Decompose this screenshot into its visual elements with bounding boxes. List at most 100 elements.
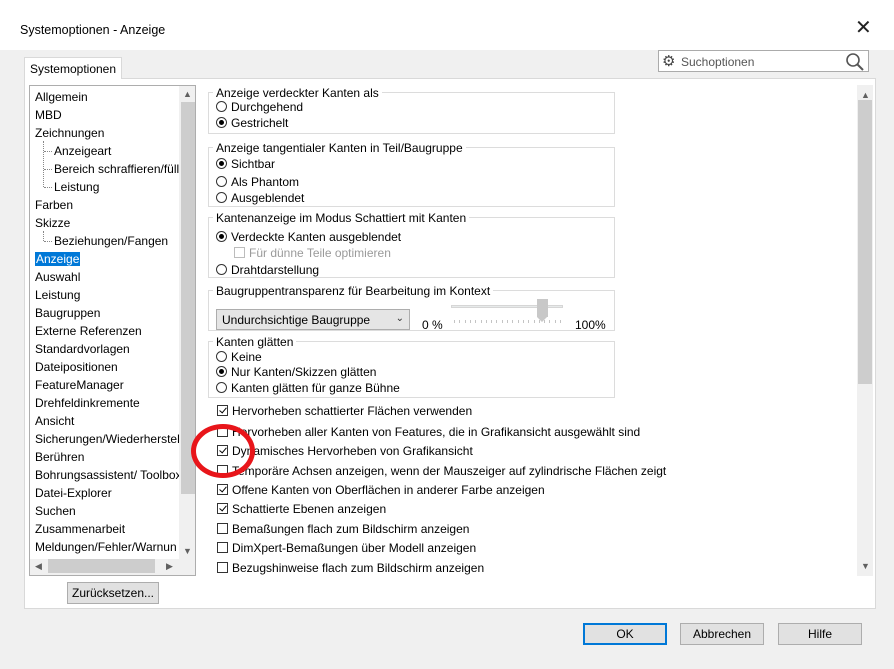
radio-drahtdarstellung[interactable]: Drahtdarstellung xyxy=(216,262,319,278)
tree-item[interactable]: Anzeigeart xyxy=(54,143,111,159)
tree-item[interactable]: Farben xyxy=(35,197,73,213)
radio-nur-kanten[interactable]: Nur Kanten/Skizzen glätten xyxy=(216,364,376,380)
radio-ausgeblendet[interactable]: Ausgeblendet xyxy=(216,190,304,206)
search-options-input[interactable]: ⚙ Suchoptionen xyxy=(658,50,869,72)
radio-icon[interactable] xyxy=(216,382,227,393)
group-title: Kantenanzeige im Modus Schattiert mit Ka… xyxy=(213,211,470,225)
radio-label: Kanten glätten für ganze Bühne xyxy=(231,381,400,395)
radio-icon[interactable] xyxy=(216,158,227,169)
tree-item[interactable]: Zeichnungen xyxy=(35,125,104,141)
radio-label: Keine xyxy=(231,350,262,364)
tree-item[interactable]: Externe Referenzen xyxy=(35,323,142,339)
scroll-down-icon[interactable]: ▼ xyxy=(861,561,870,571)
radio-icon[interactable] xyxy=(216,351,227,362)
tree-item[interactable]: Beziehungen/Fangen xyxy=(54,233,168,249)
tree-scroll-thumb[interactable] xyxy=(181,102,195,494)
checkbox-icon[interactable] xyxy=(217,542,228,553)
tree-item-label: Bereich schraffieren/füll xyxy=(54,162,180,176)
checkbox-option[interactable]: Bezugshinweise flach zum Bildschirm anze… xyxy=(217,560,484,576)
tree-item-label: Farben xyxy=(35,198,74,212)
radio-icon[interactable] xyxy=(216,176,227,187)
transparency-slider-thumb[interactable] xyxy=(536,299,548,322)
tree-hscroll-thumb[interactable] xyxy=(48,559,155,573)
tab-system-options[interactable]: Systemoptionen xyxy=(24,57,122,79)
close-icon[interactable]: ✕ xyxy=(855,18,872,38)
tree-item[interactable]: Anzeige xyxy=(35,251,81,267)
tree-item[interactable]: Bereich schraffieren/füll xyxy=(54,161,179,177)
checkbox-option[interactable]: Hervorheben schattierter Flächen verwend… xyxy=(217,403,472,419)
radio-ganze-buehne[interactable]: Kanten glätten für ganze Bühne xyxy=(216,380,400,396)
scroll-left-icon[interactable]: ◀ xyxy=(35,561,42,572)
tree-item[interactable]: Auswahl xyxy=(35,269,80,285)
tree-item[interactable]: Dateipositionen xyxy=(35,359,118,375)
tree-item[interactable]: Leistung xyxy=(35,287,80,303)
radio-icon[interactable] xyxy=(216,231,227,242)
tree-item[interactable]: Baugruppen xyxy=(35,305,100,321)
tree-item[interactable]: Drehfeldinkremente xyxy=(35,395,140,411)
radio-icon[interactable] xyxy=(216,117,227,128)
tree-item-label: MBD xyxy=(35,108,62,122)
checkbox-label: Offene Kanten von Oberflächen in anderer… xyxy=(232,483,545,497)
tree-item-label: Drehfeldinkremente xyxy=(35,396,140,410)
checkbox-icon[interactable] xyxy=(217,484,228,495)
checkbox-icon[interactable] xyxy=(217,523,228,534)
slider-tick xyxy=(517,320,519,323)
chevron-down-icon: ⌄ xyxy=(395,313,404,324)
tree-item[interactable]: Sicherungen/Wiederherstel xyxy=(35,431,180,447)
scroll-up-icon[interactable]: ▲ xyxy=(861,90,870,100)
tree-item-label: Auswahl xyxy=(35,270,81,284)
help-button[interactable]: Hilfe xyxy=(778,623,862,645)
checkbox-option[interactable]: Offene Kanten von Oberflächen in anderer… xyxy=(217,482,545,498)
radio-keine[interactable]: Keine xyxy=(216,349,262,365)
tree-item[interactable]: Leistung xyxy=(54,179,99,195)
tree-connector xyxy=(43,231,44,241)
radio-verdeckte-kanten-ausgeblendet[interactable]: Verdeckte Kanten ausgeblendet xyxy=(216,229,401,245)
reset-button[interactable]: Zurücksetzen... xyxy=(67,582,159,604)
checkbox-option[interactable]: DimXpert-Bemaßungen über Modell anzeigen xyxy=(217,540,476,556)
checkbox-label: Bemaßungen flach zum Bildschirm anzeigen xyxy=(232,522,470,536)
tree-item[interactable]: Suchen xyxy=(35,503,76,519)
scroll-down-icon[interactable]: ▼ xyxy=(183,546,192,556)
tree-item-label: Leistung xyxy=(35,288,81,302)
transparency-dropdown[interactable]: Undurchsichtige Baugruppe ⌄ xyxy=(216,309,410,330)
radio-icon[interactable] xyxy=(216,264,227,275)
scroll-right-icon[interactable]: ▶ xyxy=(166,561,173,572)
radio-icon[interactable] xyxy=(216,192,227,203)
checkbox-icon[interactable] xyxy=(217,562,228,573)
tree-item[interactable]: Skizze xyxy=(35,215,70,231)
radio-sichtbar[interactable]: Sichtbar xyxy=(216,156,275,172)
checkbox-icon[interactable] xyxy=(217,503,228,514)
cancel-button[interactable]: Abbrechen xyxy=(680,623,764,645)
checkbox-option[interactable]: Bemaßungen flach zum Bildschirm anzeigen xyxy=(217,521,469,537)
checkbox-option[interactable]: Dynamisches Hervorheben von Grafikansich… xyxy=(217,443,473,459)
tree-item[interactable]: Allgemein xyxy=(35,89,88,105)
ok-button[interactable]: OK xyxy=(583,623,667,645)
checkbox-option[interactable]: Hervorheben aller Kanten von Features, d… xyxy=(217,424,640,440)
tree-item[interactable]: MBD xyxy=(35,107,62,123)
tree-item[interactable]: Meldungen/Fehler/Warnun xyxy=(35,539,177,555)
tree-item[interactable]: Ansicht xyxy=(35,413,74,429)
radio-durchgehend[interactable]: Durchgehend xyxy=(216,99,303,115)
checkbox-icon[interactable] xyxy=(217,405,228,416)
radio-als-phantom[interactable]: Als Phantom xyxy=(216,174,299,190)
tree-item[interactable]: Bohrungsassistent/ Toolbox xyxy=(35,467,182,483)
radio-gestrichelt[interactable]: Gestrichelt xyxy=(216,115,288,131)
tree-item-label: Zeichnungen xyxy=(35,126,105,140)
radio-icon[interactable] xyxy=(216,101,227,112)
radio-icon[interactable] xyxy=(216,366,227,377)
tree-item[interactable]: Standardvorlagen xyxy=(35,341,130,357)
checkbox-option[interactable]: Schattierte Ebenen anzeigen xyxy=(217,501,386,517)
checkbox-option[interactable]: Temporäre Achsen anzeigen, wenn der Maus… xyxy=(217,463,666,479)
tree-item[interactable]: Datei-Explorer xyxy=(35,485,112,501)
tree-item[interactable]: Zusammenarbeit xyxy=(35,521,125,537)
slider-tick xyxy=(491,320,493,323)
content-scroll-thumb[interactable] xyxy=(858,100,872,384)
tree-item[interactable]: FeatureManager xyxy=(35,377,124,393)
scroll-up-icon[interactable]: ▲ xyxy=(183,89,192,99)
search-icon[interactable] xyxy=(845,52,865,75)
slider-tick xyxy=(485,320,487,323)
slider-tick xyxy=(454,320,455,323)
tree-item[interactable]: Berühren xyxy=(35,449,84,465)
tree-item-label: Sicherungen/Wiederherstel xyxy=(35,432,180,446)
slider-max-label: 100% xyxy=(575,318,606,332)
